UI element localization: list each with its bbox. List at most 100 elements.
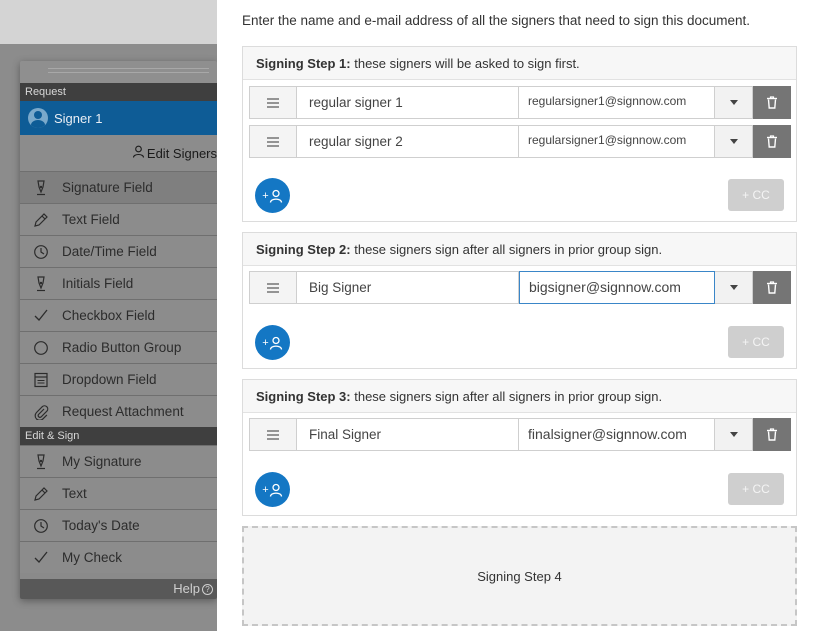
add-signer-button[interactable]: + [255,472,290,507]
check-icon [32,307,50,325]
tool-checkbox-field[interactable]: Checkbox Field [20,299,217,331]
clock-icon [32,517,50,535]
pencil-icon [32,211,50,229]
drag-handle-icon[interactable] [249,418,297,451]
trash-icon [767,428,777,441]
delete-signer-button[interactable] [753,86,791,119]
chevron-down-icon [729,432,738,437]
signer-row: regular signer 1 regularsigner1@signnow.… [249,86,791,119]
tool-text[interactable]: Text [20,477,217,509]
signer-options-dropdown[interactable] [715,271,753,304]
signer-options-dropdown[interactable] [715,418,753,451]
tool-dropdown-field[interactable]: Dropdown Field [20,363,217,395]
tool-label: Today's Date [62,518,140,533]
delete-signer-button[interactable] [753,271,791,304]
drag-handle-icon[interactable] [249,125,297,158]
signer-name-input[interactable]: regular signer 1 [297,86,519,119]
step-title: Signing Step 2: [256,242,351,257]
step-header: Signing Step 1: these signers will be as… [243,47,796,80]
sidebar-drag-handle[interactable] [20,61,217,83]
add-person-icon [269,483,282,497]
signer-name-input[interactable]: Big Signer [297,271,519,304]
check-icon [32,549,50,567]
dropdown-list-icon [32,371,50,389]
delete-signer-button[interactable] [753,125,791,158]
tool-request-attachment[interactable]: Request Attachment [20,395,217,427]
tools-sidebar: Request Signer 1 Edit Signers Signature … [20,61,217,599]
trash-icon [767,96,777,109]
tool-text-field[interactable]: Text Field [20,203,217,235]
add-signer-button[interactable]: + [255,325,290,360]
step-description: these signers will be asked to sign firs… [350,56,580,71]
signer-row: Final Signer finalsigner@signnow.com [249,418,791,451]
signer-name-input[interactable]: regular signer 2 [297,125,519,158]
add-signer-button[interactable]: + [255,178,290,213]
tool-radio-button-group[interactable]: Radio Button Group [20,331,217,363]
paperclip-icon [32,403,50,421]
step-description: these signers sign after all signers in … [350,242,663,257]
section-header-edit-sign: Edit & Sign [20,427,217,445]
tool-label: Initials Field [62,276,134,291]
clock-icon [32,243,50,261]
signer-name-input[interactable]: Final Signer [297,418,519,451]
signer-email-input[interactable]: regularsigner1@signnow.com [519,86,715,119]
add-cc-button[interactable]: + CC [728,473,784,505]
add-cc-button[interactable]: + CC [728,326,784,358]
pen-nib-icon [32,179,50,197]
step-title: Signing Step 3: [256,389,351,404]
chevron-down-icon [729,285,738,290]
tool-label: My Check [62,550,123,565]
step4-label: Signing Step 4 [477,568,562,584]
signer-options-dropdown[interactable] [715,86,753,119]
edit-signers-button[interactable]: Edit Signers [20,135,217,171]
signer-label: Signer 1 [54,110,103,126]
tool-my-check[interactable]: My Check [20,541,217,573]
signing-step-4-dropzone[interactable]: Signing Step 4 [242,526,797,626]
step-header: Signing Step 2: these signers sign after… [243,233,796,266]
signer-email-input[interactable]: bigsigner@signnow.com [519,271,715,304]
edit-signers-modal: Enter the name and e-mail address of all… [217,0,814,631]
pen-nib-icon [32,453,50,471]
tool-my-signature[interactable]: My Signature [20,445,217,477]
signer-row: regular signer 2 regularsigner1@signnow.… [249,125,791,158]
step-description: these signers sign after all signers in … [350,389,663,404]
trash-icon [767,281,777,294]
trash-icon [767,135,777,148]
signer-email-input[interactable]: regularsigner1@signnow.com [519,125,715,158]
tool-label: Text [62,486,87,501]
signer-email-input[interactable]: finalsigner@signnow.com [519,418,715,451]
tool-signature-field[interactable]: Signature Field [20,171,217,203]
add-person-icon [269,189,282,203]
tool-label: Signature Field [62,180,153,195]
tool-label: Checkbox Field [62,308,156,323]
chevron-down-icon [729,139,738,144]
drag-handle-icon[interactable] [249,271,297,304]
avatar-icon [28,108,48,128]
tool-datetime-field[interactable]: Date/Time Field [20,235,217,267]
radio-circle-icon [32,339,50,357]
tool-label: Date/Time Field [62,244,157,259]
tool-initials-field[interactable]: Initials Field [20,267,217,299]
chevron-down-icon [729,100,738,105]
drag-handle-icon[interactable] [249,86,297,119]
modal-intro-text: Enter the name and e-mail address of all… [242,13,751,28]
add-cc-button[interactable]: + CC [728,179,784,211]
question-icon: ? [202,584,213,595]
tool-todays-date[interactable]: Today's Date [20,509,217,541]
add-person-icon [269,336,282,350]
person-icon [132,145,145,161]
tool-label: My Signature [62,454,142,469]
step-header: Signing Step 3: these signers sign after… [243,380,796,413]
tool-label: Radio Button Group [62,340,182,355]
signing-step-2: Signing Step 2: these signers sign after… [242,232,797,369]
signer-options-dropdown[interactable] [715,125,753,158]
step-title: Signing Step 1: [256,56,351,71]
signing-step-1: Signing Step 1: these signers will be as… [242,46,797,222]
delete-signer-button[interactable] [753,418,791,451]
tool-label: Dropdown Field [62,372,157,387]
pencil-icon [32,485,50,503]
help-label: Help [173,581,200,596]
pen-nib-icon [32,275,50,293]
help-button[interactable]: Help? [20,579,217,599]
signer-selector[interactable]: Signer 1 [20,101,217,135]
